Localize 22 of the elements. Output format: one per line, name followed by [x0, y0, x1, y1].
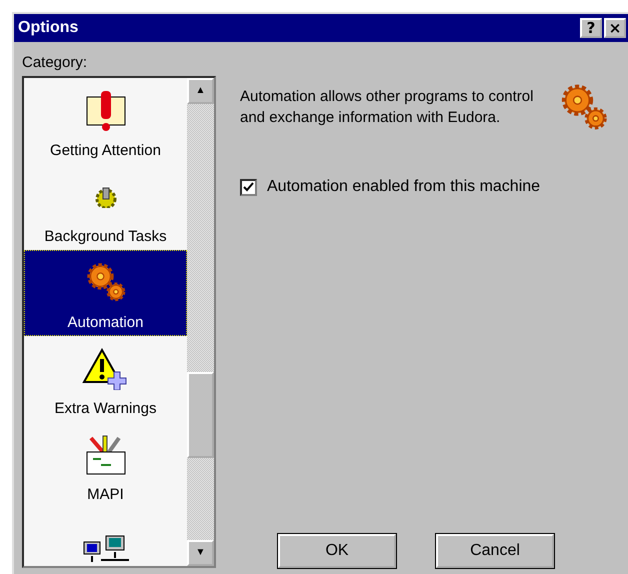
scroll-up-button[interactable]: ▲	[187, 78, 214, 104]
category-item[interactable]: Getting Attention	[24, 78, 187, 164]
category-label: Category:	[22, 54, 88, 73]
category-item[interactable]: Extra Warnings	[24, 336, 187, 422]
scrollbar[interactable]: ▲ ▼	[187, 78, 214, 566]
warning-icon	[82, 348, 130, 390]
ok-button[interactable]: OK	[278, 534, 396, 568]
category-item[interactable]: Background Tasks	[24, 164, 187, 250]
checkbox[interactable]	[240, 178, 257, 196]
help-button[interactable]: ?	[580, 18, 602, 38]
cancel-button[interactable]: Cancel	[436, 534, 554, 568]
scroll-thumb[interactable]	[187, 372, 214, 458]
checkbox-label[interactable]: Automation enabled from this machine	[267, 178, 540, 196]
scroll-down-button[interactable]: ▼	[187, 540, 214, 566]
category-item[interactable]: Automation	[24, 250, 187, 336]
window-title: Options	[18, 19, 78, 37]
category-item[interactable]: MAPI	[24, 422, 187, 508]
alert-card-icon	[84, 88, 128, 132]
network-computers-icon	[80, 534, 130, 564]
description-text: Automation allows other programs to control and exchange information with Eudora.	[240, 87, 534, 128]
close-button[interactable]: ×	[604, 18, 626, 38]
gear-icon	[92, 186, 118, 208]
